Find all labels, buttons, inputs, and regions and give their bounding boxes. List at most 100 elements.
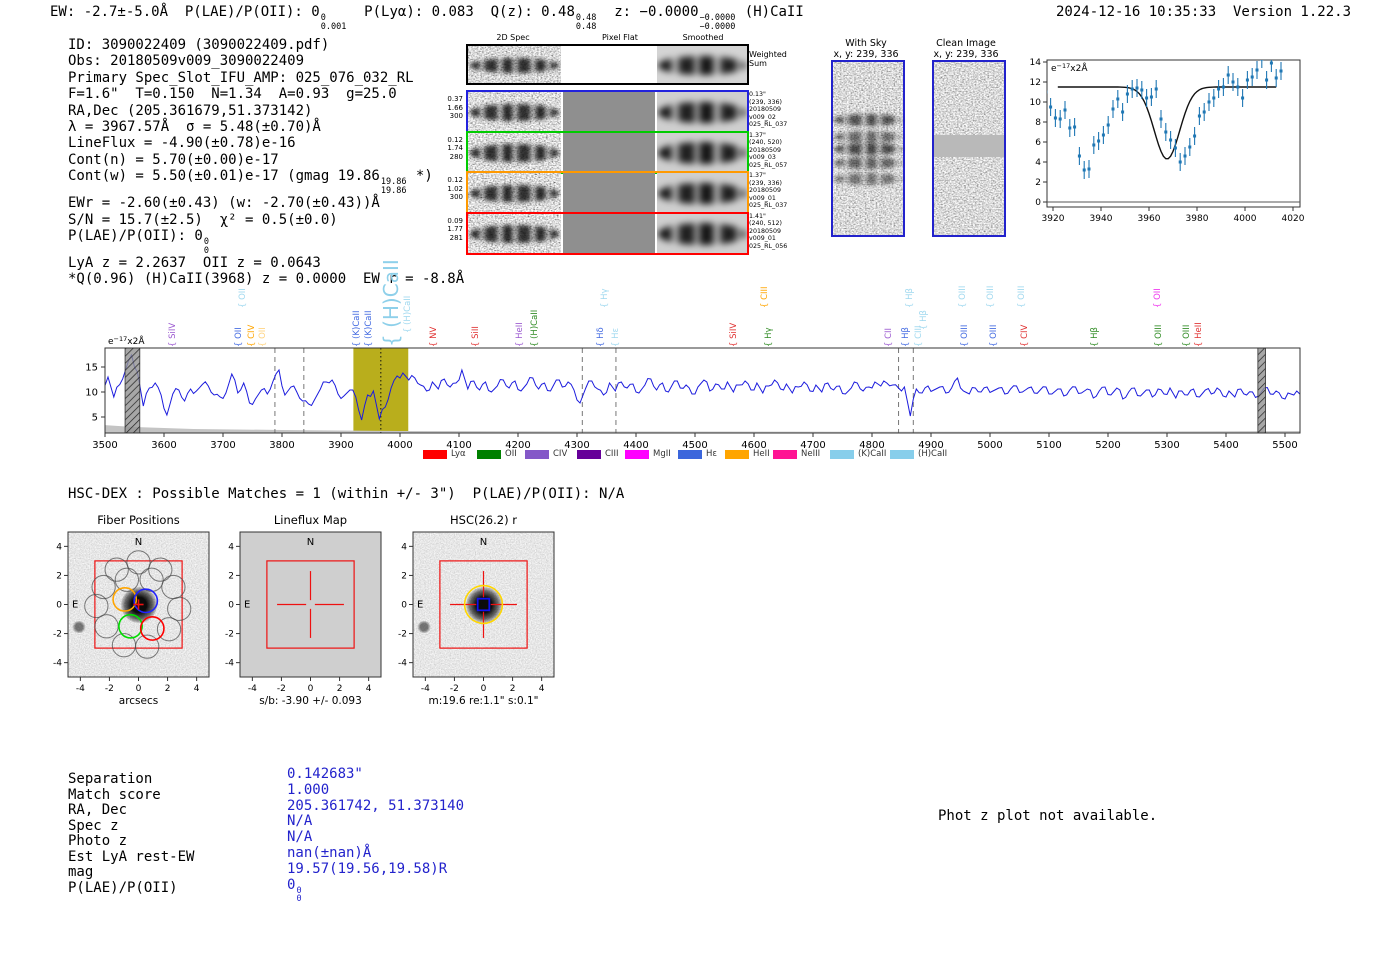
full-spectrum-chart: 3500 3600 3700 3800 3900 4000 4100 4200 4300 4400… — [85, 335, 1301, 451]
match-value-text: 0 — [287, 876, 296, 893]
cutout-overlay-lineflux: -4 -4 -2 -2 0 0 2 2 4 4 N E — [225, 531, 382, 694]
catalog-position-box — [476, 597, 491, 612]
cutout-overlay-hsc: -4 -4 -2 -2 0 0 2 2 4 4 N E — [398, 531, 555, 694]
legend-label: (K)CaII — [858, 449, 887, 459]
legend-swatch-CIV — [525, 450, 549, 459]
tspan: x2Å — [127, 335, 145, 347]
match-label: mag — [68, 864, 94, 880]
x-tick-label: -2 — [450, 684, 459, 694]
match-value: nan(±nan)Å — [287, 844, 464, 862]
legend-label: (H)CaII — [918, 449, 948, 459]
fiber-circle — [126, 550, 151, 575]
y-tick-label: 10 — [85, 388, 98, 399]
fiber-circle — [94, 614, 119, 639]
x-tick-label: 4 — [366, 684, 372, 694]
y-tick-label: 2 — [401, 571, 407, 581]
legend-swatch-CIII — [577, 450, 601, 459]
x-tick-label: 0 — [136, 684, 142, 694]
spectrum-line — [105, 353, 1300, 421]
match-value-text: nan(±nan)Å — [287, 844, 372, 861]
cutout-overlay-fiber: -4 -4 -2 -2 0 0 2 2 4 4 N E — [53, 531, 210, 694]
y-tick-label: 0 — [401, 601, 407, 611]
legend-label: CIII — [605, 449, 619, 459]
legend-swatch-Lyα — [423, 450, 447, 459]
x-tick-label: 5500 — [1272, 440, 1297, 451]
x-tick-label: 3900 — [328, 440, 353, 451]
x-tick-label: 2 — [337, 684, 343, 694]
y-tick-label: -2 — [398, 630, 407, 640]
match-value-text: N/A — [287, 829, 313, 846]
sup-sub-stack: 00 — [296, 885, 302, 905]
x-tick-label: 0 — [308, 684, 314, 694]
y-tick-label: 0 — [56, 601, 62, 611]
hscdex-matches-line: HSC-DEX : Possible Matches = 1 (within +… — [68, 486, 625, 502]
x-tick-label: 2 — [510, 684, 516, 694]
y-tick-label: -4 — [398, 659, 407, 669]
legend-label: CIV — [553, 449, 568, 459]
selected-fiber-circle — [118, 613, 143, 639]
x-tick-label: 5300 — [1154, 440, 1179, 451]
match-value-text: 1.000 — [287, 781, 330, 798]
cutout-xlabel-fiber: arcsecs — [118, 695, 159, 707]
x-tick-label: 4000 — [387, 440, 412, 451]
y-tick-label: 0 — [228, 601, 234, 611]
x-tick-label: 5100 — [1036, 440, 1061, 451]
y-tick-label: -4 — [225, 659, 234, 669]
match-label: RA, Dec — [68, 802, 128, 818]
match-value: N/A — [287, 813, 464, 830]
main-plot-group — [105, 348, 1300, 433]
cutout-xlabel-lineflux: s/b: -3.90 +/- 0.093 — [259, 695, 362, 707]
cutout-title-fiber: Fiber Positions — [97, 513, 180, 527]
legend-swatch-HeII — [725, 450, 749, 459]
match-value-text: N/A — [287, 813, 313, 830]
x-tick-label: -4 — [248, 684, 257, 694]
x-tick-label: 4 — [539, 684, 545, 694]
x-tick-label: 3600 — [151, 440, 176, 451]
x-tick-label: 3800 — [269, 440, 294, 451]
cutout-axes-box — [239, 531, 382, 678]
y-tick-label: 4 — [401, 542, 407, 552]
match-table-values: 0.142683" 1.000 205.361742, 51.373140 N/A N/… — [287, 766, 465, 905]
legend-label: OII — [505, 449, 517, 459]
cutout-title-hsc: HSC(26.2) r — [450, 513, 517, 527]
x-tick-label: 5000 — [977, 440, 1002, 451]
match-label: Photo z — [68, 833, 128, 849]
compass-north-label: N — [480, 537, 487, 548]
x-tick-label: 2 — [165, 684, 171, 694]
match-table-labels: Separation Match score RA, Dec Spec z Photo … — [68, 771, 195, 896]
masked-region — [1257, 348, 1266, 433]
legend-label: HeII — [753, 449, 770, 459]
fiber-circle — [84, 593, 109, 619]
match-value: 0.142683" — [287, 766, 464, 783]
match-value-text: 0.142683" — [287, 766, 363, 782]
legend-label: NeIII — [801, 449, 821, 459]
x-tick-label: 3500 — [92, 440, 117, 451]
y-tick-label: -2 — [225, 630, 234, 640]
match-value-text: 205.361742, 51.373140 — [287, 797, 465, 814]
legend-label: MgII — [653, 449, 671, 459]
match-label: Separation — [68, 771, 153, 787]
match-label: P(LAE)/P(OII) — [68, 879, 178, 896]
y-tick-label: 4 — [228, 542, 234, 552]
fiber-circle — [167, 596, 192, 621]
cutout-xlabel-hsc: m:19.6 re:1.1" s:0.1" — [428, 695, 539, 707]
legend-swatch-Hε — [678, 450, 702, 459]
compass-north-label: N — [307, 537, 314, 548]
match-label: Est LyA rest-EW — [68, 848, 195, 865]
x-tick-label: -2 — [277, 684, 286, 694]
x-tick-label: -2 — [105, 684, 114, 694]
legend-swatch-OII — [477, 450, 501, 459]
match-value: 1.000 — [287, 781, 464, 799]
main-axes-box — [104, 347, 1301, 434]
match-value: 205.361742, 51.373140 — [287, 797, 465, 815]
flux-units-label: e−17x2Å — [108, 335, 145, 347]
y-tick-label: 2 — [228, 571, 234, 581]
error-fill — [105, 425, 1300, 433]
x-tick-label: 0 — [481, 684, 487, 694]
compass-east-label: E — [417, 600, 423, 611]
match-value: 19.57(19.56,19.58)R — [287, 861, 464, 878]
legend-swatch-MgII — [625, 450, 649, 459]
y-tick-label: -4 — [53, 659, 62, 669]
x-tick-label: 5200 — [1095, 440, 1120, 451]
x-tick-label: 4 — [194, 684, 200, 694]
